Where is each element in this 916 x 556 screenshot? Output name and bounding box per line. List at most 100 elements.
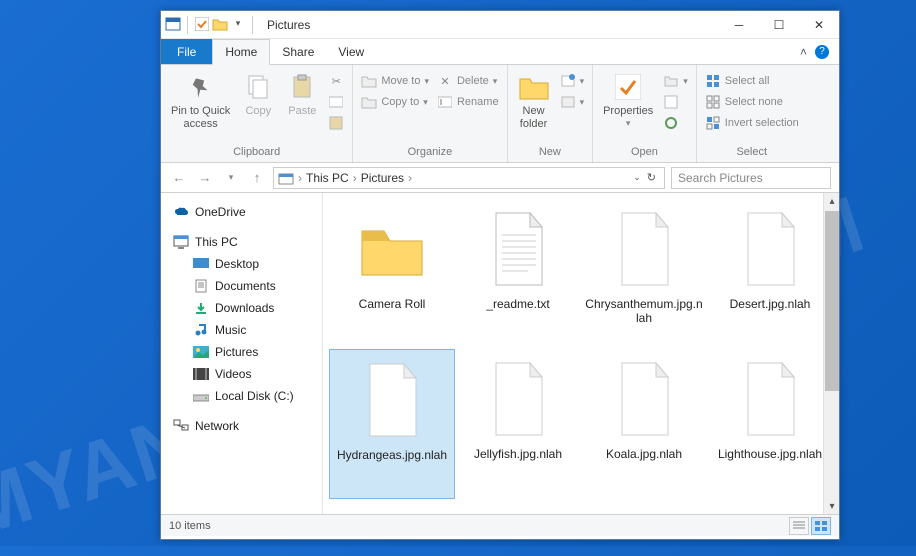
history-button[interactable]: [661, 113, 690, 133]
maximize-button[interactable]: ☐: [759, 11, 799, 39]
breadcrumb-pictures[interactable]: Pictures: [361, 171, 404, 185]
file-item[interactable]: Chrysanthemum.jpg.nlah: [581, 199, 707, 349]
sidebar-item-localdisk[interactable]: Local Disk (C:): [165, 385, 318, 407]
desktop-icon: [193, 256, 209, 272]
folder-icon: [356, 207, 428, 291]
easy-access-button[interactable]: ▾: [558, 92, 587, 112]
recent-dropdown[interactable]: ▾: [221, 168, 241, 188]
title-bar: ▾ Pictures ─ ☐ ✕: [161, 11, 839, 39]
select-none-icon: [705, 94, 721, 110]
paste-shortcut-icon: [328, 115, 344, 131]
up-button[interactable]: ↑: [247, 168, 267, 188]
file-label: Koala.jpg.nlah: [606, 447, 682, 461]
search-input[interactable]: Search Pictures: [671, 167, 831, 189]
move-to-button[interactable]: Move to▾: [359, 71, 431, 91]
sidebar-item-desktop[interactable]: Desktop: [165, 253, 318, 275]
tab-home[interactable]: Home: [212, 39, 270, 65]
properties-button[interactable]: Properties ▾: [599, 69, 657, 131]
paste-button[interactable]: Paste: [282, 69, 322, 120]
refresh-icon[interactable]: ↻: [643, 171, 660, 184]
copy-button[interactable]: Copy: [238, 69, 278, 120]
help-icon[interactable]: ?: [815, 45, 829, 59]
item-count: 10 items: [169, 520, 211, 532]
copy-to-icon: [361, 94, 377, 110]
separator: [252, 16, 253, 34]
back-button[interactable]: ←: [169, 168, 189, 188]
move-to-icon: [361, 73, 377, 89]
qat-dropdown-icon[interactable]: ▾: [230, 16, 246, 32]
file-icon: [356, 358, 428, 442]
copy-path-button[interactable]: [326, 92, 346, 112]
new-item-icon: [560, 73, 576, 89]
new-folder-button[interactable]: New folder: [514, 69, 554, 132]
scrollbar[interactable]: ▴ ▾: [823, 193, 839, 514]
sidebar-item-pictures[interactable]: Pictures: [165, 341, 318, 363]
file-icon: [482, 357, 554, 441]
open-button[interactable]: ▾: [661, 71, 690, 91]
sidebar-item-documents[interactable]: Documents: [165, 275, 318, 297]
rename-button[interactable]: Rename: [435, 92, 501, 112]
scroll-up-icon[interactable]: ▴: [824, 193, 839, 209]
file-item[interactable]: _readme.txt: [455, 199, 581, 349]
scroll-down-icon[interactable]: ▾: [824, 498, 839, 514]
ribbon-group-organize: Move to▾ Copy to▾ ✕Delete▾ Rename Organi…: [353, 65, 507, 162]
documents-icon: [193, 278, 209, 294]
file-item[interactable]: Hydrangeas.jpg.nlah: [329, 349, 455, 499]
select-none-button[interactable]: Select none: [703, 92, 801, 112]
file-icon: [734, 357, 806, 441]
scrollbar-thumb[interactable]: [825, 211, 839, 391]
status-bar: 10 items: [161, 514, 839, 536]
ribbon-tabs: File Home Share View ˄ ?: [161, 39, 839, 65]
copy-path-icon: [328, 94, 344, 110]
sidebar-item-music[interactable]: Music: [165, 319, 318, 341]
select-all-button[interactable]: Select all: [703, 71, 801, 91]
sidebar-item-downloads[interactable]: Downloads: [165, 297, 318, 319]
collapse-ribbon-icon[interactable]: ˄: [800, 45, 807, 59]
paste-icon: [286, 71, 318, 103]
minimize-button[interactable]: ─: [719, 11, 759, 39]
paste-shortcut-button[interactable]: [326, 113, 346, 133]
sidebar-item-network[interactable]: Network: [165, 415, 318, 437]
invert-selection-button[interactable]: Invert selection: [703, 113, 801, 133]
thispc-icon: [173, 234, 189, 250]
file-label: Camera Roll: [359, 297, 426, 311]
tab-view[interactable]: View: [326, 39, 376, 64]
file-item[interactable]: Lighthouse.jpg.nlah: [707, 349, 833, 499]
copy-to-button[interactable]: Copy to▾: [359, 92, 431, 112]
delete-button[interactable]: ✕Delete▾: [435, 71, 501, 91]
new-item-button[interactable]: ▾: [558, 71, 587, 91]
address-box[interactable]: › This PC › Pictures › ⌄ ↻: [273, 167, 665, 189]
file-item[interactable]: Desert.jpg.nlah: [707, 199, 833, 349]
sidebar-item-onedrive[interactable]: OneDrive: [165, 201, 318, 223]
file-item[interactable]: Camera Roll: [329, 199, 455, 349]
file-label: _readme.txt: [486, 297, 549, 311]
rename-icon: [437, 94, 453, 110]
history-icon: [663, 115, 679, 131]
icons-view-button[interactable]: [811, 517, 831, 535]
sidebar-item-thispc[interactable]: This PC: [165, 231, 318, 253]
ribbon-group-select: Select all Select none Invert selection …: [697, 65, 807, 162]
tab-file[interactable]: File: [161, 39, 212, 64]
edit-button[interactable]: [661, 92, 690, 112]
sidebar-item-videos[interactable]: Videos: [165, 363, 318, 385]
pin-to-quick-access-button[interactable]: Pin to Quick access: [167, 69, 234, 132]
breadcrumb-thispc[interactable]: This PC: [306, 171, 349, 185]
close-button[interactable]: ✕: [799, 11, 839, 39]
ribbon-group-new: New folder ▾ ▾ New: [508, 65, 594, 162]
file-label: Desert.jpg.nlah: [730, 297, 811, 311]
ribbon-group-clipboard: Pin to Quick access Copy Paste ✂: [161, 65, 353, 162]
cut-button[interactable]: ✂: [326, 71, 346, 91]
tab-share[interactable]: Share: [270, 39, 326, 64]
forward-button[interactable]: →: [195, 168, 215, 188]
qat-folder-icon[interactable]: [212, 16, 228, 32]
address-dropdown-icon[interactable]: ⌄: [633, 172, 641, 183]
file-list: Camera Roll _readme.txt Chrysanthemum.jpg.…: [323, 193, 839, 514]
navigation-pane: OneDrive This PC Desktop Documents Downl…: [161, 193, 323, 514]
file-item[interactable]: Jellyfish.jpg.nlah: [455, 349, 581, 499]
downloads-icon: [193, 300, 209, 316]
qat-properties-icon[interactable]: [194, 16, 210, 32]
details-view-button[interactable]: [789, 517, 809, 535]
ribbon: Pin to Quick access Copy Paste ✂: [161, 65, 839, 163]
file-item[interactable]: Koala.jpg.nlah: [581, 349, 707, 499]
address-bar: ← → ▾ ↑ › This PC › Pictures › ⌄ ↻ Searc…: [161, 163, 839, 193]
